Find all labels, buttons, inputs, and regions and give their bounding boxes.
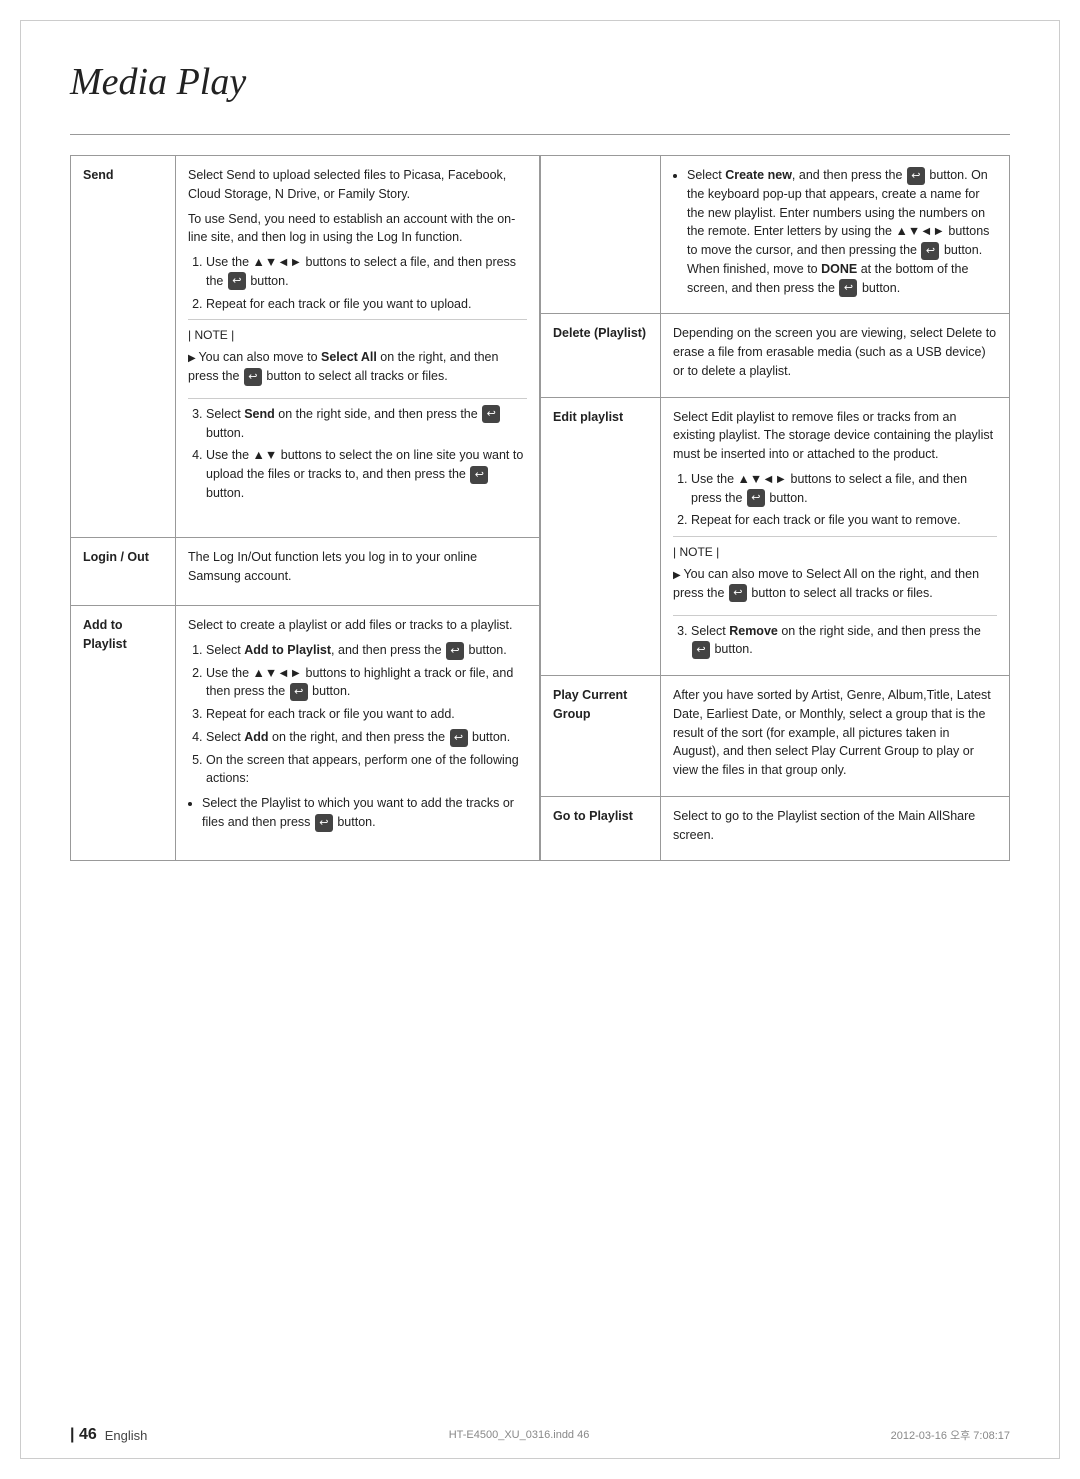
note-header: | NOTE | (188, 326, 527, 344)
go-to-playlist-content: Select to go to the Playlist section of … (661, 796, 1010, 861)
content-tables: Send Select Send to upload selected file… (70, 155, 1010, 861)
note-list: You can also move to Select All on the r… (673, 565, 997, 603)
login-content: The Log In/Out function lets you log in … (176, 538, 540, 606)
list-item: Select Send on the right side, and then … (206, 405, 527, 443)
delete-playlist-content: Depending on the screen you are viewing,… (661, 314, 1010, 397)
login-para: The Log In/Out function lets you log in … (188, 548, 527, 586)
add-playlist-bullets: Select the Playlist to which you want to… (202, 794, 527, 832)
send-steps: Use the ▲▼◄► buttons to select a file, a… (206, 253, 527, 313)
enter-icon (921, 242, 939, 260)
enter-icon (290, 683, 308, 701)
enter-icon (747, 489, 765, 507)
edit-playlist-content: Select Edit playlist to remove files or … (661, 397, 1010, 676)
list-item: Select Remove on the right side, and the… (691, 622, 997, 660)
add-playlist-para: Select to create a playlist or add files… (188, 616, 527, 635)
list-item: Select the Playlist to which you want to… (202, 794, 527, 832)
delete-playlist-label: Delete (Playlist) (541, 314, 661, 397)
add-playlist-content: Select to create a playlist or add files… (176, 606, 540, 861)
send-extra-steps: Select Send on the right side, and then … (206, 405, 527, 503)
create-new-list: Select Create new, and then press the bu… (687, 166, 997, 297)
table-row: Login / Out The Log In/Out function lets… (71, 538, 540, 606)
enter-icon (907, 167, 925, 185)
create-new-content: Select Create new, and then press the bu… (661, 156, 1010, 314)
login-label: Login / Out (71, 538, 176, 606)
go-to-playlist-para: Select to go to the Playlist section of … (673, 807, 997, 845)
table-row: Edit playlist Select Edit playlist to re… (541, 397, 1010, 676)
table-row: Add to Playlist Select to create a playl… (71, 606, 540, 861)
send-content: Select Send to upload selected files to … (176, 156, 540, 538)
list-item: Select Add to Playlist, and then press t… (206, 641, 527, 660)
enter-icon (315, 814, 333, 832)
list-item: Repeat for each track or file you want t… (691, 511, 997, 530)
enter-icon (692, 641, 710, 659)
delete-playlist-para: Depending on the screen you are viewing,… (673, 324, 997, 380)
enter-icon (244, 368, 262, 386)
go-to-playlist-label: Go to Playlist (541, 796, 661, 861)
footer-language: English (105, 1428, 148, 1443)
send-note: | NOTE | You can also move to Select All… (188, 319, 527, 399)
table-row: Send Select Send to upload selected file… (71, 156, 540, 538)
table-row: Play Current Group After you have sorted… (541, 676, 1010, 797)
left-table: Send Select Send to upload selected file… (70, 155, 540, 861)
send-label: Send (71, 156, 176, 538)
empty-label (541, 156, 661, 314)
list-item: You can also move to Select All on the r… (673, 565, 997, 603)
send-para-1: Select Send to upload selected files to … (188, 166, 527, 204)
table-row: Delete (Playlist) Depending on the scree… (541, 314, 1010, 397)
page-num-value: 46 (79, 1426, 97, 1443)
list-item: Use the ▲▼◄► buttons to highlight a trac… (206, 664, 527, 702)
edit-playlist-steps: Use the ▲▼◄► buttons to select a file, a… (691, 470, 997, 530)
pipe-separator: | (70, 1426, 74, 1443)
enter-icon (228, 272, 246, 290)
table-row: Select Create new, and then press the bu… (541, 156, 1010, 314)
page-number: | 46 (70, 1426, 97, 1444)
edit-playlist-extra-steps: Select Remove on the right side, and the… (691, 622, 997, 660)
list-item: Use the ▲▼◄► buttons to select a file, a… (206, 253, 527, 291)
list-item: On the screen that appears, perform one … (206, 751, 527, 789)
enter-icon (839, 279, 857, 297)
page: Media Play Send Select Send to upload se… (0, 0, 1080, 1479)
note-list: You can also move to Select All on the r… (188, 348, 527, 386)
list-item: Select Add on the right, and then press … (206, 728, 527, 747)
enter-icon (470, 466, 488, 484)
play-current-group-content: After you have sorted by Artist, Genre, … (661, 676, 1010, 797)
play-current-group-para: After you have sorted by Artist, Genre, … (673, 686, 997, 780)
enter-icon (446, 642, 464, 660)
list-item: Select Create new, and then press the bu… (687, 166, 997, 297)
edit-playlist-note: | NOTE | You can also move to Select All… (673, 536, 997, 616)
note-header: | NOTE | (673, 543, 997, 561)
footer: | 46 English HT-E4500_XU_0316.indd 46 20… (0, 1426, 1080, 1444)
list-item: Use the ▲▼◄► buttons to select a file, a… (691, 470, 997, 508)
edit-playlist-label: Edit playlist (541, 397, 661, 676)
page-title: Media Play (70, 60, 1010, 110)
list-item: Repeat for each track or file you want t… (206, 705, 527, 724)
enter-icon (450, 729, 468, 747)
play-current-group-label: Play Current Group (541, 676, 661, 797)
edit-playlist-para: Select Edit playlist to remove files or … (673, 408, 997, 464)
title-divider (70, 134, 1010, 135)
enter-icon (729, 584, 747, 602)
table-row: Go to Playlist Select to go to the Playl… (541, 796, 1010, 861)
right-table: Select Create new, and then press the bu… (540, 155, 1010, 861)
list-item: Repeat for each track or file you want t… (206, 295, 527, 314)
list-item: You can also move to Select All on the r… (188, 348, 527, 386)
footer-left: | 46 English (70, 1426, 147, 1444)
enter-icon (482, 405, 500, 423)
footer-filename: HT-E4500_XU_0316.indd 46 (449, 1429, 590, 1441)
add-playlist-steps: Select Add to Playlist, and then press t… (206, 641, 527, 788)
send-para-2: To use Send, you need to establish an ac… (188, 210, 527, 248)
add-playlist-label: Add to Playlist (71, 606, 176, 861)
footer-date: 2012-03-16 오후 7:08:17 (891, 1427, 1010, 1443)
list-item: Use the ▲▼ buttons to select the on line… (206, 446, 527, 502)
